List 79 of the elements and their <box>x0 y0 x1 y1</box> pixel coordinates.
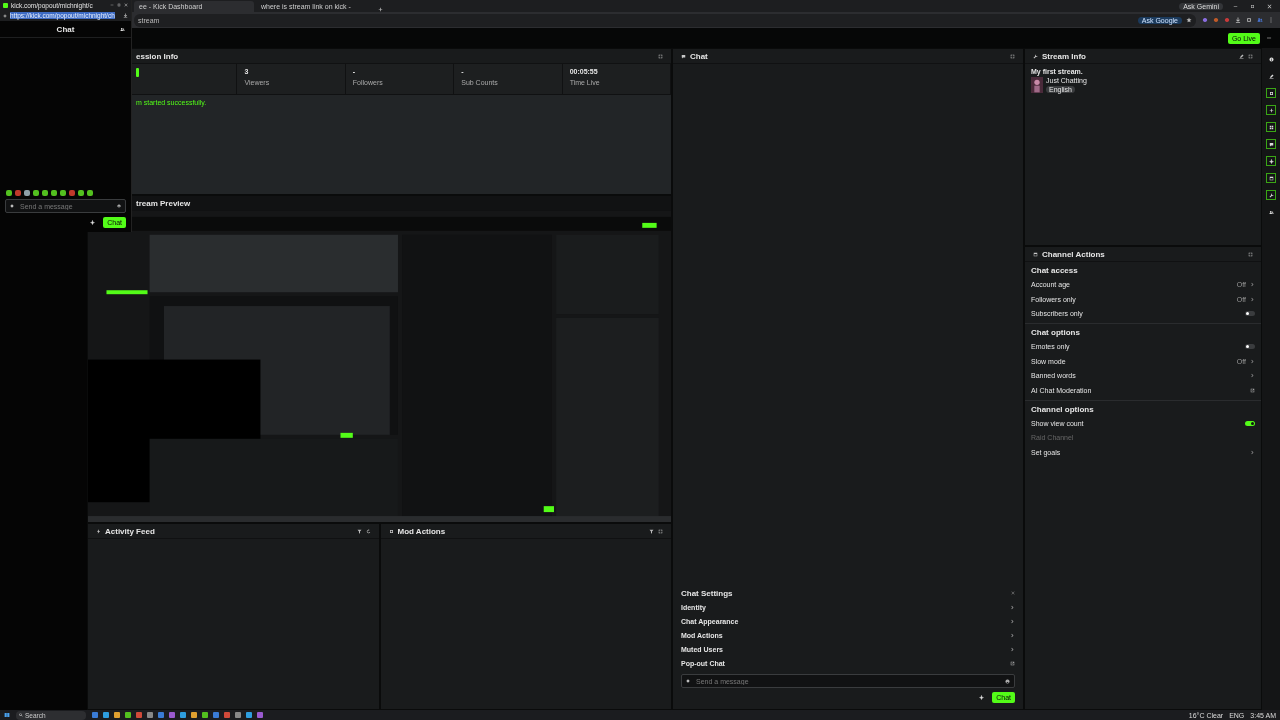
rail-button[interactable] <box>1266 139 1276 149</box>
settings-icon[interactable] <box>979 695 985 700</box>
download-icon[interactable] <box>123 13 128 18</box>
start-icon[interactable] <box>4 712 10 718</box>
chevron-icon <box>1010 632 1015 638</box>
extension-icon[interactable] <box>1246 17 1252 23</box>
chevron-icon[interactable] <box>1250 296 1255 302</box>
minimize-icon <box>1233 3 1238 9</box>
external-link-icon[interactable] <box>1250 387 1255 393</box>
settings-icon[interactable] <box>90 220 96 225</box>
rail-button[interactable] <box>1266 105 1276 115</box>
panel-title: Channel Actions <box>1042 249 1106 259</box>
chevron-icon <box>1010 604 1015 610</box>
emote-icon[interactable] <box>42 190 48 196</box>
chevron-icon[interactable] <box>1250 281 1255 287</box>
panel-title: Activity Feed <box>105 526 156 536</box>
close-icon[interactable] <box>1011 591 1015 595</box>
chevron-icon <box>1010 646 1015 652</box>
emote-icon[interactable] <box>24 190 30 196</box>
rail-button[interactable] <box>1266 122 1276 132</box>
profile-icon[interactable] <box>1257 17 1263 23</box>
filter-icon[interactable] <box>356 528 362 534</box>
filter-icon[interactable] <box>649 528 654 534</box>
info-icon <box>1268 56 1274 62</box>
section-heading: Channel options <box>1031 403 1095 416</box>
panel-title: tream Preview <box>136 198 192 208</box>
toggle-switch[interactable] <box>1245 420 1255 426</box>
chat-settings-title: Chat Settings <box>681 588 733 598</box>
emote-icon[interactable] <box>60 190 66 196</box>
toggle-switch[interactable] <box>1245 311 1255 317</box>
people-icon <box>1268 209 1274 215</box>
emoji-icon[interactable] <box>117 203 121 208</box>
chat-icon <box>1268 141 1274 147</box>
section-heading: Chat options <box>1031 327 1081 340</box>
close-icon <box>1267 3 1272 9</box>
panel-icon <box>1033 251 1038 257</box>
wrench-icon <box>1268 192 1274 198</box>
toggle-switch[interactable] <box>1245 343 1255 349</box>
panel-title: ession Info <box>136 51 180 61</box>
search-icon <box>19 713 23 717</box>
kick-logo-icon <box>3 2 8 8</box>
section-heading: Chat access <box>1031 265 1079 277</box>
pencil-icon <box>1268 73 1274 79</box>
panel-title: Mod Actions <box>397 526 447 536</box>
rail-button[interactable] <box>1266 88 1276 98</box>
maximize-icon <box>1250 3 1255 9</box>
edit-icon[interactable] <box>1239 53 1244 59</box>
emote-icon[interactable] <box>33 190 39 196</box>
rail-button[interactable] <box>1266 190 1276 200</box>
external-link-icon <box>1010 660 1015 666</box>
wrench-icon <box>1033 53 1038 59</box>
refresh-icon[interactable] <box>365 528 371 534</box>
category-thumbnail <box>1031 77 1043 93</box>
chat-title: Chat <box>56 24 75 34</box>
emote-icon[interactable] <box>78 190 84 196</box>
chat-icon <box>681 53 686 59</box>
panel-title: Stream Info <box>1042 51 1087 61</box>
panel-icon <box>1268 175 1274 181</box>
chevron-icon[interactable] <box>1250 450 1255 456</box>
emoji-icon[interactable] <box>1005 678 1010 684</box>
lightning-icon <box>96 528 101 534</box>
panel-title: Chat <box>690 51 709 61</box>
rail-button[interactable] <box>1266 173 1276 183</box>
chevron-icon <box>1010 618 1015 624</box>
download-icon[interactable] <box>1235 17 1241 23</box>
grid-icon <box>1268 124 1274 130</box>
chevron-icon[interactable] <box>1250 373 1255 379</box>
emote-icon[interactable] <box>69 190 75 196</box>
new-tab-icon[interactable] <box>378 7 383 12</box>
people-icon[interactable] <box>120 26 125 32</box>
emote-icon[interactable] <box>51 190 57 196</box>
emote-icon[interactable] <box>15 190 21 196</box>
chevron-icon[interactable] <box>1250 358 1255 364</box>
emote-icon[interactable] <box>6 190 12 196</box>
plus-icon <box>1268 107 1274 113</box>
close-icon <box>124 3 128 7</box>
status-badge <box>136 68 139 77</box>
star-icon[interactable] <box>1186 17 1192 23</box>
emote-icon[interactable] <box>87 190 93 196</box>
